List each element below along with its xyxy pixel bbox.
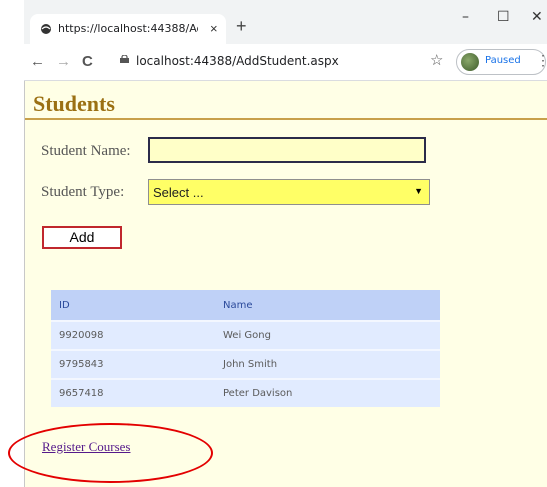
cell-name: Peter Davison: [215, 378, 440, 407]
back-icon[interactable]: ←: [30, 53, 45, 70]
minimize-icon[interactable]: –: [462, 9, 469, 25]
student-type-label: Student Type:: [41, 184, 125, 200]
cell-id: 9920098: [51, 320, 215, 350]
table-row: 9795843 John Smith: [51, 349, 440, 379]
window-close-icon[interactable]: ✕: [531, 9, 543, 25]
browser-toolbar: ← → C localhost:44388/AddStudent.aspx ☆ …: [24, 44, 547, 81]
reload-icon[interactable]: C: [82, 53, 93, 70]
browser-tab[interactable]: https://localhost:44388/AddStud ×: [30, 14, 226, 44]
avatar: [461, 53, 479, 71]
lock-icon: [120, 55, 129, 63]
paused-label: Paused: [485, 55, 521, 66]
students-table: ID Name 9920098 Wei Gong 9795843 John Sm…: [51, 290, 440, 407]
globe-icon: [41, 24, 51, 34]
profile-paused-button[interactable]: Paused: [456, 49, 546, 75]
page-title: Students: [33, 91, 115, 116]
table-header-row: ID Name: [51, 290, 440, 321]
tab-title: https://localhost:44388/AddStud: [58, 22, 198, 35]
menu-dots-icon[interactable]: ⋮: [536, 52, 547, 69]
cell-id: 9657418: [51, 378, 215, 407]
student-name-field[interactable]: [148, 137, 426, 163]
cell-id: 9795843: [51, 349, 215, 379]
heading-divider: [25, 118, 547, 120]
annotation-ellipse: [8, 423, 213, 483]
table-row: 9657418 Peter Davison: [51, 378, 440, 407]
address-bar[interactable]: localhost:44388/AddStudent.aspx: [116, 51, 446, 73]
add-button[interactable]: Add: [42, 226, 122, 249]
url-text: localhost:44388/AddStudent.aspx: [136, 54, 339, 68]
column-header-name: Name: [215, 290, 440, 321]
cell-name: Wei Gong: [215, 320, 440, 350]
maximize-icon[interactable]: ☐: [497, 9, 510, 25]
browser-tab-strip: https://localhost:44388/AddStud × + – ☐ …: [24, 0, 547, 44]
table-row: 9920098 Wei Gong: [51, 320, 440, 350]
new-tab-icon[interactable]: +: [236, 16, 247, 37]
dropdown-arrow-icon: ▼: [414, 186, 423, 196]
forward-icon[interactable]: →: [56, 53, 71, 70]
cell-name: John Smith: [215, 349, 440, 379]
student-type-select[interactable]: Select ... ▼: [148, 179, 430, 205]
bookmark-star-icon[interactable]: ☆: [430, 51, 443, 69]
student-type-selected: Select ...: [153, 185, 204, 200]
column-header-id: ID: [51, 290, 215, 321]
student-name-label: Student Name:: [41, 143, 131, 159]
tab-close-icon[interactable]: ×: [210, 21, 218, 36]
